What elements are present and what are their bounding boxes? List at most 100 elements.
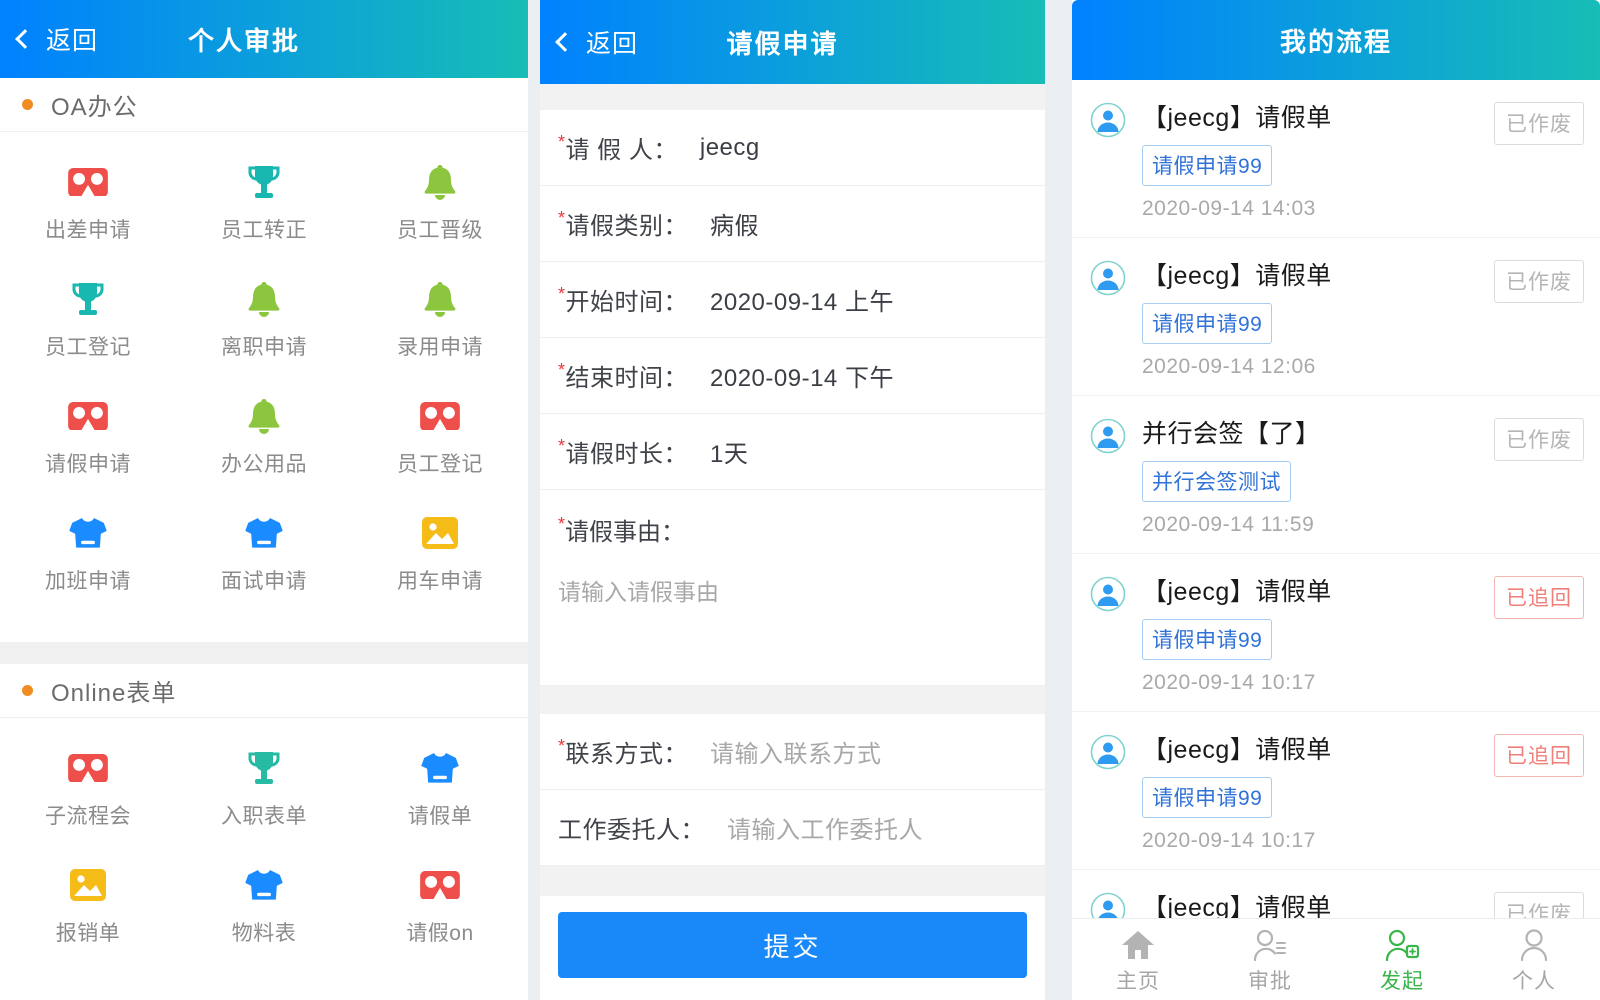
back-button-panel2[interactable]: 返回 bbox=[558, 24, 638, 60]
app-tile[interactable]: 子流程会 bbox=[0, 742, 176, 859]
required-mark: * bbox=[558, 360, 566, 380]
form-row[interactable]: *请假类别：病假 bbox=[540, 186, 1045, 262]
tshirt-icon bbox=[68, 507, 108, 559]
app-tile[interactable]: 员工登记 bbox=[352, 390, 528, 507]
process-time: 2020-09-14 11:59 bbox=[1142, 513, 1494, 537]
form-value[interactable]: 2020-09-14 下午 bbox=[710, 358, 894, 393]
home-icon bbox=[1121, 929, 1155, 961]
group-label: Online表单 bbox=[51, 673, 176, 708]
form-value[interactable]: jeecg bbox=[700, 134, 760, 162]
panel-leave-form: 返回 请假申请 *请 假 人：jeecg*请假类别：病假*开始时间：2020-0… bbox=[540, 0, 1045, 1000]
process-tag[interactable]: 请假申请99 bbox=[1142, 145, 1272, 186]
tab-label: 主页 bbox=[1116, 965, 1160, 995]
app-tile[interactable]: 请假on bbox=[352, 859, 528, 976]
app-tile[interactable]: 离职申请 bbox=[176, 273, 352, 390]
submit-button[interactable]: 提交 bbox=[558, 912, 1027, 978]
process-tag[interactable]: 请假申请99 bbox=[1142, 303, 1272, 344]
user-icon bbox=[1517, 925, 1551, 961]
required-mark: * bbox=[558, 736, 566, 756]
leave-reason-block[interactable]: *请假事由： 请输入请假事由 bbox=[540, 490, 1045, 686]
form-row[interactable]: *请假时长：1天 bbox=[540, 414, 1045, 490]
image-icon bbox=[420, 513, 460, 553]
group-dot-icon bbox=[22, 685, 33, 696]
process-time: 2020-09-14 12:06 bbox=[1142, 355, 1494, 379]
status-badge: 已追回 bbox=[1494, 734, 1584, 777]
user-icon bbox=[1517, 929, 1551, 961]
app-tile-label: 物料表 bbox=[232, 917, 297, 947]
group-dot-icon bbox=[22, 99, 33, 110]
form-value[interactable]: 病假 bbox=[710, 206, 759, 241]
form-value[interactable]: 1天 bbox=[710, 434, 748, 469]
required-mark: * bbox=[558, 514, 565, 534]
app-tile[interactable]: 加班申请 bbox=[0, 507, 176, 624]
tshirt-icon bbox=[68, 516, 108, 550]
trophy-icon bbox=[68, 273, 108, 325]
form-row[interactable]: *结束时间：2020-09-14 下午 bbox=[540, 338, 1045, 414]
submit-area: 提交 bbox=[540, 896, 1045, 998]
process-item-body: 【jeecg】请假单请假申请99 2020-09-14 12:06 bbox=[1142, 256, 1494, 379]
tab-user-check[interactable]: 审批 bbox=[1204, 925, 1336, 995]
tab-label: 个人 bbox=[1512, 965, 1556, 995]
form-value[interactable]: 请输入联系方式 bbox=[710, 734, 882, 769]
tab-home[interactable]: 主页 bbox=[1072, 925, 1204, 995]
panel-gap-1 bbox=[528, 0, 540, 1000]
user-avatar-icon bbox=[1090, 734, 1126, 770]
process-title: 【jeecg】请假单 bbox=[1142, 262, 1332, 290]
bell-icon bbox=[420, 162, 460, 202]
app-tile[interactable]: 请假申请 bbox=[0, 390, 176, 507]
form-row[interactable]: *请 假 人：jeecg bbox=[540, 110, 1045, 186]
form-field-group-2: *联系方式：请输入联系方式工作委托人：请输入工作委托人 bbox=[540, 714, 1045, 866]
app-tile[interactable]: 入职表单 bbox=[176, 742, 352, 859]
back-button-panel1[interactable]: 返回 bbox=[18, 21, 98, 57]
app-tile[interactable]: 用车申请 bbox=[352, 507, 528, 624]
user-avatar-icon bbox=[1090, 576, 1126, 612]
app-tile[interactable]: 员工登记 bbox=[0, 273, 176, 390]
three-phone-screens: 返回 个人审批 OA办公出差申请员工转正员工晋级员工登记离职申请录用申请请假申请… bbox=[0, 0, 1600, 1000]
process-list-item[interactable]: 【jeecg】请假单请假申请992020-09-14 12:06已作废 bbox=[1072, 238, 1600, 396]
process-item-body: 【jeecg】请假单请假申请992020-09-14 14:03 bbox=[1142, 98, 1494, 221]
vr-goggles-icon bbox=[420, 859, 460, 911]
tab-user[interactable]: 个人 bbox=[1468, 925, 1600, 995]
vr-goggles-icon bbox=[68, 156, 108, 208]
app-tile[interactable]: 请假单 bbox=[352, 742, 528, 859]
app-tile[interactable]: 报销单 bbox=[0, 859, 176, 976]
vr-goggles-icon bbox=[68, 390, 108, 442]
back-label: 返回 bbox=[586, 24, 638, 60]
process-list-item[interactable]: 【jeecg】请假单请假申请992020-09-14 10:17已追回 bbox=[1072, 554, 1600, 712]
process-list-item[interactable]: 【jeecg】请假单请假申请992020-09-14 14:03已作废 bbox=[1072, 80, 1600, 238]
trophy-icon bbox=[244, 748, 284, 788]
vr-goggles-icon bbox=[420, 402, 460, 431]
vr-goggles-icon bbox=[68, 754, 108, 783]
form-label: *开始时间： bbox=[558, 282, 688, 317]
app-tile[interactable]: 面试申请 bbox=[176, 507, 352, 624]
form-row[interactable]: 工作委托人：请输入工作委托人 bbox=[540, 790, 1045, 866]
app-tile[interactable]: 录用申请 bbox=[352, 273, 528, 390]
app-tile-label: 面试申请 bbox=[221, 565, 307, 595]
group-header-1: Online表单 bbox=[0, 664, 528, 718]
app-tile[interactable]: 出差申请 bbox=[0, 156, 176, 273]
app-tile[interactable]: 办公用品 bbox=[176, 390, 352, 507]
user-check-icon bbox=[1253, 929, 1287, 961]
process-tag[interactable]: 请假申请99 bbox=[1142, 777, 1272, 818]
app-tile-label: 办公用品 bbox=[221, 448, 307, 478]
form-value[interactable]: 2020-09-14 上午 bbox=[710, 282, 894, 317]
leave-reason-input[interactable]: 请输入请假事由 bbox=[558, 573, 1045, 607]
process-item-body: 并行会签【了】并行会签测试2020-09-14 11:59 bbox=[1142, 414, 1494, 537]
process-tag[interactable]: 并行会签测试 bbox=[1142, 461, 1291, 502]
tab-user-plus[interactable]: 发起 bbox=[1336, 925, 1468, 995]
form-value[interactable]: 请输入工作委托人 bbox=[727, 810, 923, 845]
app-tile-label: 录用申请 bbox=[397, 331, 483, 361]
app-tile-label: 加班申请 bbox=[45, 565, 131, 595]
status-badge: 已作废 bbox=[1494, 418, 1584, 461]
form-row[interactable]: *开始时间： 2020-09-14 上午 bbox=[540, 262, 1045, 338]
app-tile[interactable]: 物料表 bbox=[176, 859, 352, 976]
app-tile[interactable]: 员工转正 bbox=[176, 156, 352, 273]
form-row[interactable]: *联系方式：请输入联系方式 bbox=[540, 714, 1045, 790]
bell-icon bbox=[244, 390, 284, 442]
tab-label: 发起 bbox=[1380, 965, 1424, 995]
process-list-item[interactable]: 【jeecg】请假单请假申请992020-09-14 10:17已追回 bbox=[1072, 712, 1600, 870]
required-mark: * bbox=[558, 284, 566, 304]
process-list-item[interactable]: 并行会签【了】并行会签测试2020-09-14 11:59已作废 bbox=[1072, 396, 1600, 554]
process-tag[interactable]: 请假申请99 bbox=[1142, 619, 1272, 660]
app-tile[interactable]: 员工晋级 bbox=[352, 156, 528, 273]
